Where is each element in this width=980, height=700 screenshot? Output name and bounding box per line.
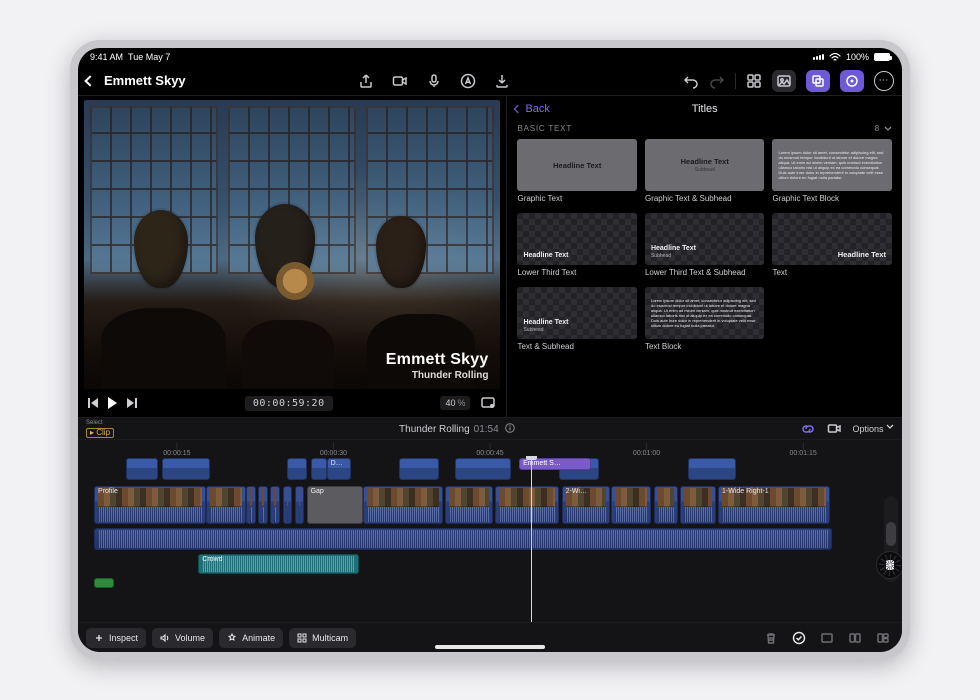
battery-icon [874,53,890,61]
clip-profile[interactable]: Profile [94,486,206,524]
divider [735,73,736,89]
tile-caption: Graphic Text Block [772,194,892,203]
timeline-lanes[interactable]: D… Emmett S… Profile [78,456,902,622]
enable-clip-icon[interactable] [788,628,810,648]
inspect-button[interactable]: Inspect [86,628,146,648]
browser-section-header[interactable]: BASIC TEXT 8 [507,122,902,135]
back-icon[interactable] [84,75,95,86]
tile-caption: Lower Third Text [517,268,637,277]
viewer-panel: Emmett Skyy Thunder Rolling 00:00:59:20 … [78,96,506,417]
timeline-ruler[interactable]: 00:00:15 00:00:30 00:00:45 00:01:00 00:01:15 [78,440,902,456]
timeline-options[interactable]: Options [852,423,894,434]
layout-3-icon[interactable] [872,628,894,648]
animate-button[interactable]: Animate [219,628,283,648]
wifi-icon [829,53,841,62]
title-preset[interactable]: Headline TextLower Third Text [517,213,637,277]
timecode-display[interactable]: 00:00:59:20 [245,396,333,411]
redo-icon[interactable] [709,73,725,89]
select-mode[interactable]: Select ▸ Clip [86,419,114,438]
clip-crowd[interactable]: Crowd [198,554,358,574]
volume-button[interactable]: Volume [152,628,213,648]
viewer-title-overlay: Emmett Skyy Thunder Rolling [386,351,489,381]
voiceover-icon[interactable] [426,73,442,89]
ruler-tick: 00:00:45 [476,443,503,457]
title-preset[interactable]: Headline TextSubheadGraphic Text & Subhe… [645,139,765,203]
tools-icon[interactable] [746,73,762,89]
ruler-tick: 00:01:00 [633,443,660,457]
signal-icon [813,54,824,60]
prev-frame-button[interactable] [88,398,98,408]
tile-caption: Graphic Text & Subhead [645,194,765,203]
titles-browser: Back Titles BASIC TEXT 8 Headline TextGr… [506,96,902,417]
title-preset[interactable]: Headline TextSubheadText & Subhead [517,287,637,351]
timeline-title: Thunder Rolling01:54 [124,423,790,435]
snapping-icon[interactable] [826,421,842,437]
delete-icon[interactable] [760,628,782,648]
viewer-zoom[interactable]: 40% [440,396,470,410]
status-bar: 9:41 AM Tue May 7 100% [78,48,902,66]
top-toolbar: Emmett Skyy [78,66,902,96]
title-preset[interactable]: Headline TextSubheadLower Third Text & S… [645,213,765,277]
playhead[interactable] [531,456,532,622]
import-icon[interactable] [494,73,510,89]
timeline: Select ▸ Clip Thunder Rolling01:54 Optio… [78,418,902,652]
browser-title: Titles [507,103,902,115]
title-preset[interactable]: Headline TextGraphic Text [517,139,637,203]
jog-wheel[interactable] [876,551,902,579]
viewer-frame[interactable]: Emmett Skyy Thunder Rolling [84,100,500,389]
battery-pct: 100% [846,52,869,62]
transport-bar: 00:00:59:20 40% [78,389,506,417]
inspector-icon[interactable] [840,70,864,92]
status-time: 9:41 AM Tue May 7 [90,52,170,62]
project-title[interactable]: Emmett Skyy [104,73,186,88]
more-icon[interactable] [874,71,894,91]
tile-caption: Text [772,268,892,277]
title-preset[interactable]: Headline TextText [772,213,892,277]
multicam-button[interactable]: Multicam [289,628,356,648]
title-preset[interactable]: Lorem ipsum dolor sit amet, consectetur … [772,139,892,203]
info-icon[interactable] [505,423,515,433]
share-icon[interactable] [358,73,374,89]
text-tool-icon[interactable] [460,73,476,89]
camera-icon[interactable] [392,73,408,89]
layout-2-icon[interactable] [844,628,866,648]
ruler-tick: 00:00:30 [320,443,347,457]
tile-caption: Lower Third Text & Subhead [645,268,765,277]
ipad-shell: 9:41 AM Tue May 7 100% Emmett Skyy [70,40,910,660]
app-window: 9:41 AM Tue May 7 100% Emmett Skyy [78,48,902,652]
browser-back-button[interactable]: Back [515,103,549,115]
play-button[interactable] [108,397,117,409]
ruler-tick: 00:01:15 [789,443,816,457]
chevron-down-icon [884,125,892,133]
layout-1-icon[interactable] [816,628,838,648]
view-options-icon[interactable] [480,395,496,411]
media-browser-icon[interactable] [772,70,796,92]
link-clip-icon[interactable] [800,421,816,437]
titles-browser-icon[interactable] [806,70,830,92]
tile-caption: Text Block [645,342,765,351]
home-indicator[interactable] [435,645,545,649]
title-preset[interactable]: Lorem ipsum dolor sit amet, consectetur … [645,287,765,351]
tile-caption: Graphic Text [517,194,637,203]
next-frame-button[interactable] [127,398,137,408]
tile-caption: Text & Subhead [517,342,637,351]
undo-icon[interactable] [683,73,699,89]
ruler-tick: 00:00:15 [163,443,190,457]
